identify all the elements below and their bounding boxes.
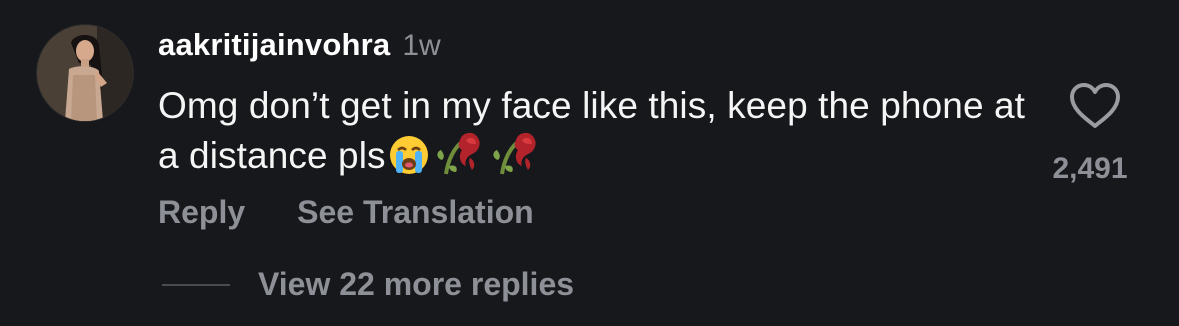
view-more-replies-button[interactable]: View 22 more replies bbox=[258, 266, 574, 303]
wilted-flower-icon bbox=[488, 130, 542, 188]
comment-text: Omg don’t get in my face like this, keep… bbox=[158, 85, 1026, 176]
reply-button[interactable]: Reply bbox=[158, 194, 245, 231]
like-button[interactable] bbox=[1068, 82, 1122, 130]
heart-icon bbox=[1070, 83, 1120, 128]
wilted-flower-icon bbox=[432, 130, 486, 188]
view-replies-row[interactable]: View 22 more replies bbox=[162, 266, 574, 303]
comment-body: Omg don’t get in my face like this, keep… bbox=[158, 82, 1038, 188]
username[interactable]: aakritijainvohra bbox=[158, 27, 390, 63]
replies-divider bbox=[162, 283, 230, 286]
see-translation-button[interactable]: See Translation bbox=[297, 194, 534, 231]
like-count: 2,491 bbox=[1052, 152, 1128, 185]
comment-header: aakritijainvohra 1w bbox=[158, 27, 441, 67]
comment-actions: Reply See Translation bbox=[158, 194, 534, 231]
avatar[interactable] bbox=[36, 24, 134, 122]
comment-timestamp: 1w bbox=[402, 29, 441, 62]
crying-face-icon bbox=[388, 134, 430, 188]
avatar-image bbox=[37, 25, 133, 121]
